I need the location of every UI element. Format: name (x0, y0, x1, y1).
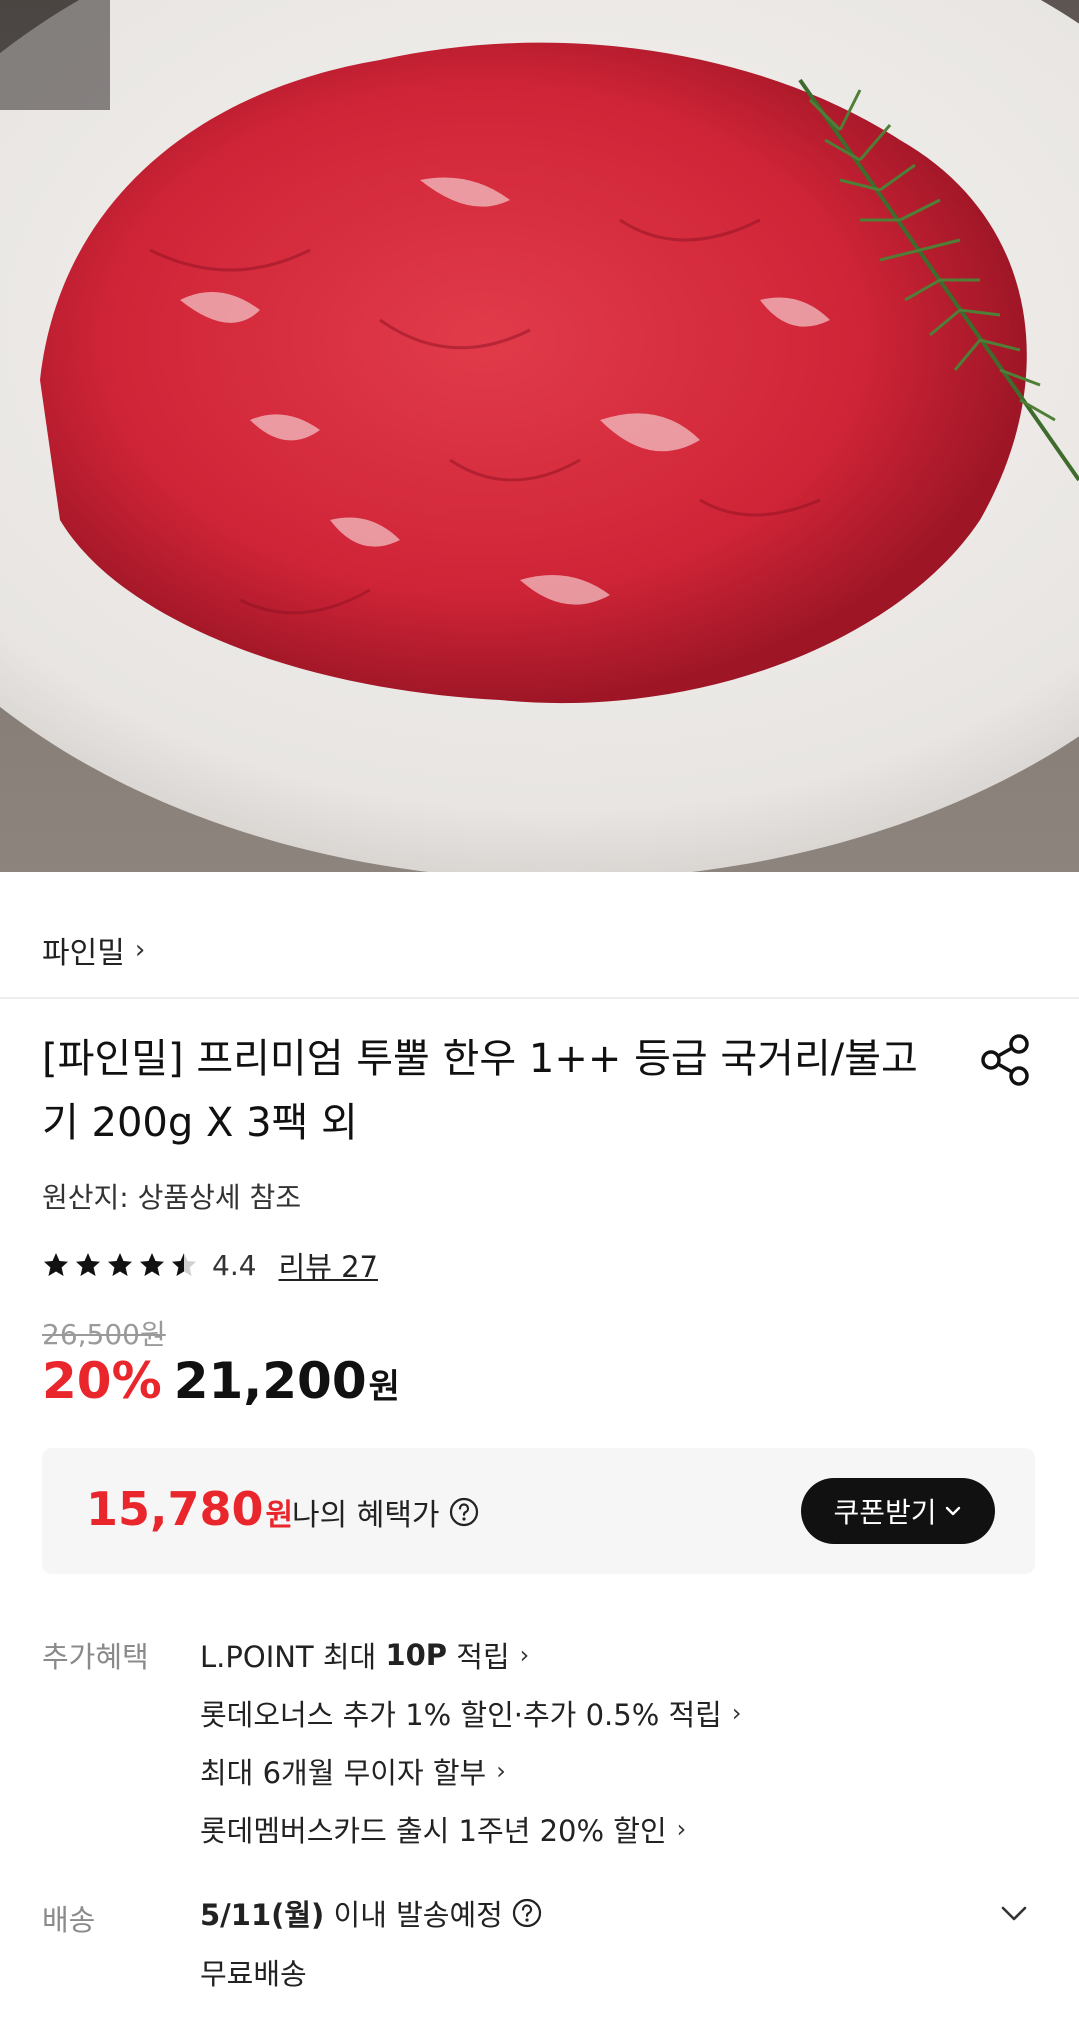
seller-name: 파인밀 (42, 936, 125, 971)
extra-benefit-item[interactable]: L.POINT 최대 10P 적립 › (200, 1626, 741, 1684)
shipping-date-suffix: 이내 발송예정 (324, 1898, 503, 1932)
extra-benefits-label: 추가혜택 (42, 1640, 149, 1674)
product-title-line1: [파인밀] 프리미엄 투뿔 한우 1++ 등급 국거리/불고 (42, 1036, 918, 1082)
product-image[interactable] (0, 0, 1079, 872)
benefit-price: 15,780 원 (86, 1482, 293, 1536)
benefit-price-box: 15,780 원 나의 혜택가 쿠폰받기 (42, 1448, 1035, 1574)
shipping-label: 배송 (42, 1903, 96, 1937)
extra-benefit-item[interactable]: 롯데오너스 추가 1% 할인·추가 0.5% 적립 › (200, 1684, 741, 1742)
chevron-right-icon: › (731, 1699, 742, 1727)
chevron-down-icon (945, 1506, 960, 1516)
help-icon[interactable] (448, 1496, 480, 1528)
product-title: [파인밀] 프리미엄 투뿔 한우 1++ 등급 국거리/불고 기 200g X … (42, 1027, 932, 1155)
chevron-right-icon: › (496, 1757, 506, 1785)
rating-row: 4.4 리뷰 27 (42, 1243, 378, 1287)
star-icon (108, 1253, 132, 1276)
chevron-right-icon: › (519, 1641, 530, 1669)
seller-link[interactable]: 파인밀 › (42, 920, 145, 980)
extra-benefit-text: 최대 6개월 무이자 할부 (200, 1756, 487, 1790)
original-price: 26,500원 (42, 1318, 166, 1351)
star-icon (140, 1253, 164, 1276)
shipping-fee: 무료배송 (200, 1957, 307, 1991)
extra-benefit-text-suffix: 적립 (447, 1640, 510, 1674)
chevron-down-icon[interactable] (996, 1895, 1032, 1931)
sale-price: 21,200 (173, 1352, 367, 1410)
discount-rate: 20% (42, 1352, 162, 1410)
share-button[interactable] (975, 1030, 1035, 1090)
benefit-label-text: 나의 혜택가 (292, 1498, 440, 1533)
star-icon (76, 1253, 100, 1276)
rating-value: 4.4 (212, 1248, 257, 1282)
extra-benefit-item[interactable]: 최대 6개월 무이자 할부 › (200, 1742, 741, 1800)
benefit-price-value: 15,780 (86, 1482, 264, 1536)
price-row: 20% 21,200 원 (42, 1352, 400, 1410)
extra-benefit-item[interactable]: 롯데멤버스카드 출시 1주년 20% 할인 › (200, 1800, 741, 1858)
rating-stars (42, 1251, 198, 1279)
extra-benefit-text: L.POINT 최대 (200, 1640, 386, 1674)
product-origin: 원산지: 상품상세 참조 (42, 1181, 302, 1214)
share-icon (981, 1034, 1029, 1086)
benefit-price-unit: 원 (265, 1498, 294, 1533)
star-icon (44, 1253, 68, 1276)
sale-price-unit: 원 (368, 1367, 400, 1407)
product-image-illustration (0, 0, 1079, 872)
extra-benefits-list: L.POINT 최대 10P 적립 › 롯데오너스 추가 1% 할인·추가 0.5%… (200, 1626, 741, 1858)
chevron-right-icon: › (676, 1815, 687, 1843)
product-title-line2: 기 200g X 3팩 외 (42, 1100, 358, 1146)
extra-benefit-text: 롯데멤버스카드 출시 1주년 20% 할인 (200, 1814, 667, 1848)
chevron-right-icon: › (134, 935, 146, 965)
extra-benefit-highlight: 10P (385, 1638, 448, 1672)
shipping-schedule: 5/11(월) 이내 발송예정 (200, 1891, 543, 1935)
coupon-button-label: 쿠폰받기 (833, 1496, 937, 1529)
shipping-date: 5/11(월) (200, 1898, 325, 1932)
help-icon[interactable] (511, 1897, 543, 1929)
extra-benefit-text: 롯데오너스 추가 1% 할인·추가 0.5% 적립 (200, 1698, 722, 1732)
coupon-button[interactable]: 쿠폰받기 (801, 1478, 995, 1544)
benefit-label: 나의 혜택가 (292, 1490, 480, 1534)
review-link[interactable]: 리뷰 27 (279, 1244, 378, 1286)
divider (0, 997, 1079, 999)
star-icon (172, 1253, 196, 1276)
